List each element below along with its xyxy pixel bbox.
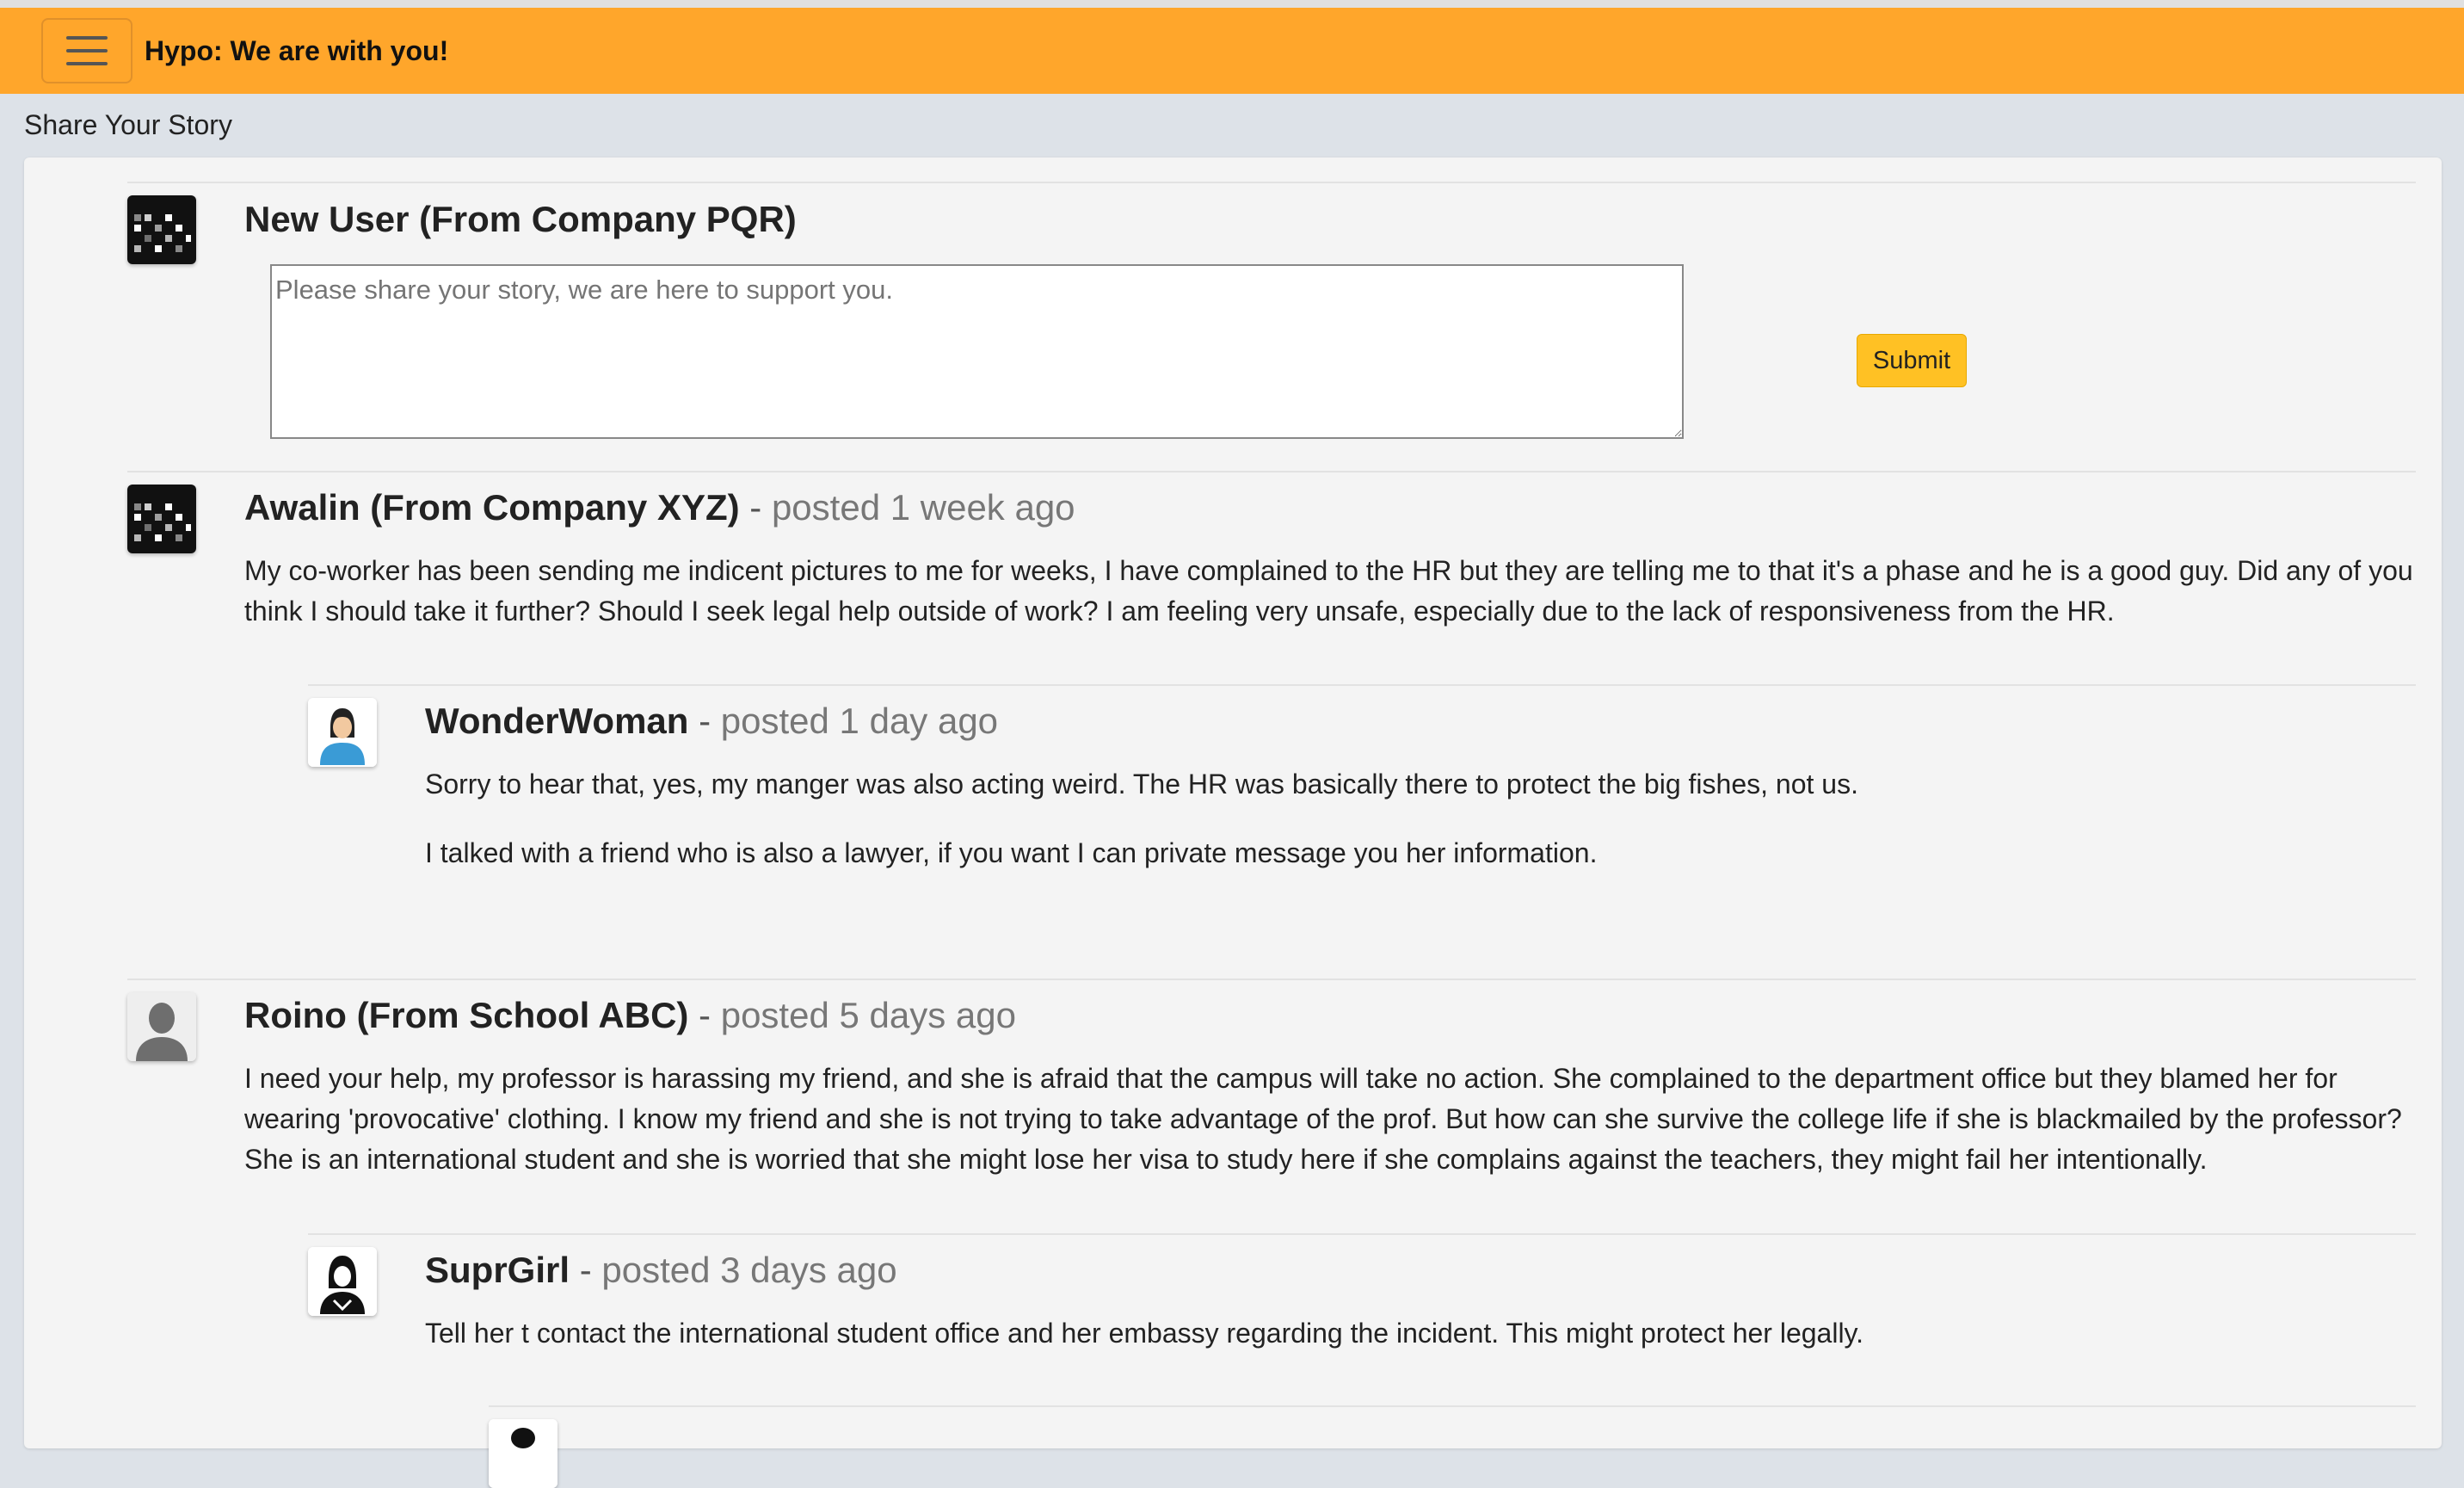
stories-card: New User (From Company PQR) Submit A bbox=[24, 157, 2442, 1488]
divider bbox=[489, 1405, 2416, 1407]
divider bbox=[308, 1233, 2416, 1235]
reply-timestamp: posted 1 day ago bbox=[720, 701, 999, 741]
divider bbox=[127, 471, 2416, 472]
avatar-icon bbox=[489, 1419, 557, 1488]
post-separator: - bbox=[739, 487, 772, 528]
browser-top-strip bbox=[0, 0, 2464, 8]
reply-author[interactable]: WonderWoman bbox=[425, 701, 688, 741]
person-silhouette-icon bbox=[127, 992, 196, 1061]
reply-author[interactable]: SuprGirl bbox=[425, 1250, 570, 1290]
brand-title[interactable]: Hypo: We are with you! bbox=[145, 35, 448, 67]
post-body: My co-worker has been sending me indicen… bbox=[244, 555, 2413, 627]
reply-body-line: Sorry to hear that, yes, my manger was a… bbox=[425, 769, 1858, 800]
submit-button[interactable]: Submit bbox=[1857, 334, 1967, 387]
woman-avatar-icon bbox=[308, 698, 377, 767]
post-timestamp: posted 1 week ago bbox=[771, 487, 1075, 528]
post-timestamp: posted 5 days ago bbox=[720, 995, 1016, 1035]
reply-body-line: Tell her t contact the international stu… bbox=[425, 1318, 1864, 1349]
composer-user-name: New User (From Company PQR) bbox=[244, 199, 797, 239]
story-input[interactable] bbox=[270, 264, 1684, 439]
post-author[interactable]: Awalin (From Company XYZ) bbox=[244, 487, 740, 528]
reply-header: SuprGirl - posted 3 days ago bbox=[425, 1250, 897, 1291]
divider bbox=[127, 182, 2416, 183]
pixel-grid-avatar-icon bbox=[127, 485, 196, 553]
hamburger-menu-icon[interactable] bbox=[41, 18, 132, 83]
post-author[interactable]: Roino (From School ABC) bbox=[244, 995, 688, 1035]
post-body: I need your help, my professor is harass… bbox=[244, 1063, 2402, 1175]
pixel-grid-avatar-icon bbox=[127, 195, 196, 264]
post-header: Roino (From School ABC) - posted 5 days … bbox=[244, 995, 1016, 1036]
reply-separator: - bbox=[688, 701, 721, 741]
post-header: Awalin (From Company XYZ) - posted 1 wee… bbox=[244, 487, 1075, 528]
woman-silhouette-icon bbox=[308, 1247, 377, 1316]
reply-body-line: I talked with a friend who is also a law… bbox=[425, 837, 1598, 868]
reply-header: WonderWoman - posted 1 day ago bbox=[425, 701, 998, 742]
reply-timestamp: posted 3 days ago bbox=[601, 1250, 897, 1290]
divider bbox=[308, 684, 2416, 686]
navbar: Hypo: We are with you! bbox=[0, 8, 2464, 94]
page-title: Share Your Story bbox=[24, 109, 232, 140]
post-separator: - bbox=[688, 995, 721, 1035]
divider bbox=[127, 979, 2416, 980]
reply-separator: - bbox=[570, 1250, 602, 1290]
